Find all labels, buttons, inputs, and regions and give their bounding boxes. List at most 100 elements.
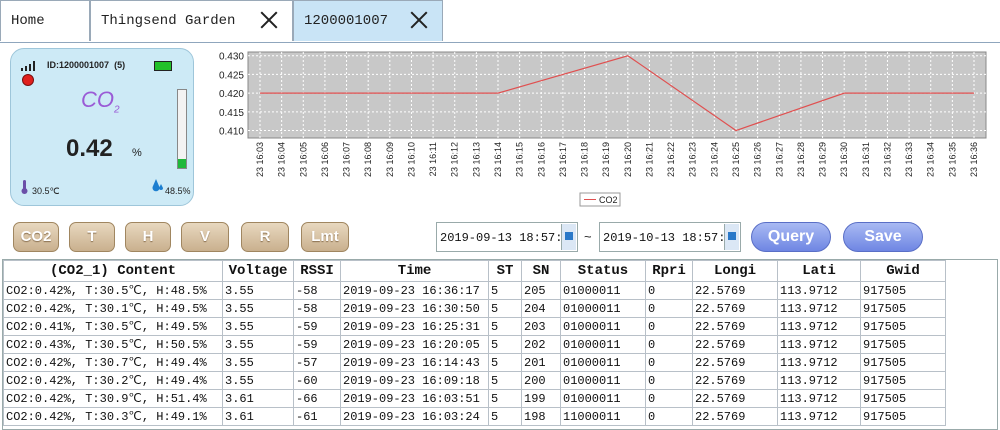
table-header-row: (CO2_1) Content Voltage RSSI Time ST SN Status… bbox=[3, 260, 946, 282]
column-header[interactable]: Rpri bbox=[645, 260, 693, 282]
calendar-icon[interactable] bbox=[561, 224, 576, 250]
table-cell: 113.9712 bbox=[777, 335, 861, 354]
x-tick-label: 23 16:07 bbox=[342, 142, 352, 177]
table-row[interactable]: CO2:0.42%, T:30.5℃, H:48.5% 3.55 -58 2019-0… bbox=[3, 281, 946, 300]
close-icon[interactable] bbox=[408, 9, 430, 31]
table-cell: 0 bbox=[645, 317, 693, 336]
table-row[interactable]: CO2:0.43%, T:30.5℃, H:50.5% 3.55 -59 2019-0… bbox=[3, 335, 946, 354]
table-cell: 2019-09-23 16:36:17 bbox=[340, 281, 489, 300]
table-row[interactable]: CO2:0.42%, T:30.3℃, H:49.1% 3.61 -61 2019-0… bbox=[3, 407, 946, 426]
y-tick-label: 0.410 bbox=[219, 127, 244, 138]
device-id: ID:1200001007 (5) bbox=[47, 60, 126, 70]
table-cell: 3.55 bbox=[222, 299, 294, 318]
query-button[interactable]: Query bbox=[751, 222, 831, 252]
table-cell: 0 bbox=[645, 281, 693, 300]
table-cell: 22.5769 bbox=[692, 389, 778, 408]
table-cell: 5 bbox=[488, 371, 522, 390]
signal-icon bbox=[21, 61, 37, 71]
tab-label: 1200001007 bbox=[304, 13, 389, 29]
close-icon[interactable] bbox=[258, 9, 280, 31]
table-cell: 2019-09-23 16:03:51 bbox=[340, 389, 489, 408]
device-card: ID:1200001007 (5) CO2 0.42 % 30.5℃ 48.5% bbox=[10, 48, 194, 206]
table-cell: CO2:0.42%, T:30.3℃, H:49.1% bbox=[3, 407, 223, 426]
tab-home[interactable]: Home bbox=[0, 0, 90, 41]
x-tick-label: 23 16:03 bbox=[255, 142, 265, 177]
tab-label: Thingsend Garden bbox=[101, 13, 236, 29]
x-tick-label: 23 16:35 bbox=[947, 142, 957, 177]
table-row[interactable]: CO2:0.41%, T:30.5℃, H:49.5% 3.55 -59 2019-0… bbox=[3, 317, 946, 336]
level-gauge bbox=[177, 89, 187, 169]
table-cell: 113.9712 bbox=[777, 317, 861, 336]
humidity-value: 48.5% bbox=[165, 186, 191, 196]
table-cell: 917505 bbox=[860, 317, 946, 336]
column-header[interactable]: Time bbox=[340, 260, 489, 282]
table-cell: 5 bbox=[488, 335, 522, 354]
column-header[interactable]: Lati bbox=[777, 260, 861, 282]
column-header[interactable]: Voltage bbox=[222, 260, 294, 282]
calendar-icon[interactable] bbox=[724, 224, 739, 250]
co2-trend-chart: 0.430 0.425 0.420 0.415 0.410 23 16:03 23 16:0… bbox=[219, 51, 987, 207]
rssi-button[interactable]: R bbox=[241, 222, 289, 252]
x-tick-label: 23 16:31 bbox=[861, 142, 871, 177]
alarm-indicator bbox=[22, 74, 34, 86]
co2-button[interactable]: CO2 bbox=[13, 222, 59, 252]
table-row[interactable]: CO2:0.42%, T:30.7℃, H:49.4% 3.55 -57 2019-0… bbox=[3, 353, 946, 372]
legend-label: CO2 bbox=[599, 195, 618, 205]
x-tick-label: 23 16:09 bbox=[385, 142, 395, 177]
date-to-input[interactable]: 2019-10-13 18:57:22 bbox=[599, 222, 741, 252]
table-cell: 11000011 bbox=[560, 407, 646, 426]
table-cell: 01000011 bbox=[560, 389, 646, 408]
date-from-input[interactable]: 2019-09-13 18:57:22 bbox=[436, 222, 578, 252]
table-cell: -66 bbox=[293, 389, 341, 408]
plot-area bbox=[247, 51, 987, 139]
temperature-button[interactable]: T bbox=[69, 222, 115, 252]
table-cell: 917505 bbox=[860, 407, 946, 426]
temperature-value: 30.5℃ bbox=[32, 186, 60, 196]
table-cell: 3.55 bbox=[222, 335, 294, 354]
tab-device[interactable]: 1200001007 bbox=[293, 0, 443, 41]
x-tick-label: 23 16:04 bbox=[277, 142, 287, 177]
column-header[interactable]: RSSI bbox=[293, 260, 341, 282]
table-cell: 113.9712 bbox=[777, 299, 861, 318]
x-tick-label: 23 16:16 bbox=[536, 142, 546, 177]
table-cell: 22.5769 bbox=[692, 335, 778, 354]
table-cell: 917505 bbox=[860, 299, 946, 318]
table-cell: 205 bbox=[521, 281, 561, 300]
table-cell: 01000011 bbox=[560, 353, 646, 372]
tab-bar: Home Thingsend Garden 1200001007 bbox=[0, 0, 1000, 43]
tab-thingsend-garden[interactable]: Thingsend Garden bbox=[90, 0, 293, 41]
column-header[interactable]: SN bbox=[521, 260, 561, 282]
x-tick-label: 23 16:30 bbox=[839, 142, 849, 177]
save-button[interactable]: Save bbox=[843, 222, 923, 252]
table-cell: 01000011 bbox=[560, 371, 646, 390]
table-row[interactable]: CO2:0.42%, T:30.1℃, H:49.5% 3.55 -58 2019-0… bbox=[3, 299, 946, 318]
table-cell: 3.55 bbox=[222, 281, 294, 300]
gauge-fill bbox=[178, 158, 186, 168]
column-header[interactable]: (CO2_1) Content bbox=[3, 260, 223, 282]
humidity-button[interactable]: H bbox=[125, 222, 171, 252]
table-row[interactable]: CO2:0.42%, T:30.2℃, H:49.4% 3.55 -60 2019-0… bbox=[3, 371, 946, 390]
table-cell: 2019-09-23 16:20:05 bbox=[340, 335, 489, 354]
column-header[interactable]: ST bbox=[488, 260, 522, 282]
y-tick-label: 0.415 bbox=[219, 108, 244, 119]
table-cell: 22.5769 bbox=[692, 299, 778, 318]
table-cell: 113.9712 bbox=[777, 407, 861, 426]
history-table[interactable]: (CO2_1) Content Voltage RSSI Time ST SN Status… bbox=[2, 259, 998, 430]
column-header[interactable]: Status bbox=[560, 260, 646, 282]
table-cell: CO2:0.42%, T:30.1℃, H:49.5% bbox=[3, 299, 223, 318]
table-cell: 22.5769 bbox=[692, 371, 778, 390]
voltage-button[interactable]: V bbox=[181, 222, 229, 252]
humidity-drop-icon bbox=[152, 179, 163, 192]
limit-button[interactable]: Lmt bbox=[301, 222, 349, 252]
table-cell: 5 bbox=[488, 299, 522, 318]
column-header[interactable]: Longi bbox=[692, 260, 778, 282]
table-cell: 199 bbox=[521, 389, 561, 408]
table-cell: 01000011 bbox=[560, 335, 646, 354]
x-tick-label: 23 16:19 bbox=[601, 142, 611, 177]
column-header[interactable]: Gwid bbox=[860, 260, 946, 282]
device-count: (5) bbox=[114, 60, 126, 70]
table-cell: CO2:0.42%, T:30.5℃, H:48.5% bbox=[3, 281, 223, 300]
table-cell: 917505 bbox=[860, 353, 946, 372]
table-cell: 3.55 bbox=[222, 317, 294, 336]
table-row[interactable]: CO2:0.42%, T:30.9℃, H:51.4% 3.61 -66 2019-0… bbox=[3, 389, 946, 408]
